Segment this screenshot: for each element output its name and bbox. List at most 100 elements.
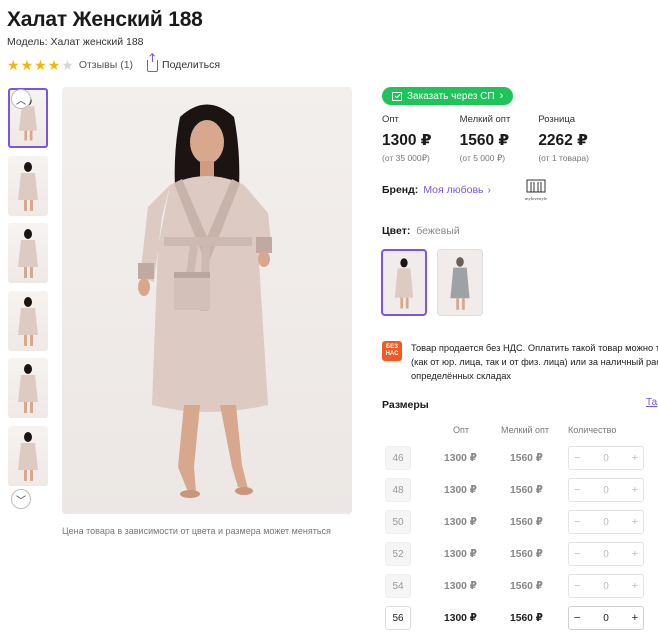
- vat-text-line: Товар продается без НДС. Оплатить такой …: [411, 343, 658, 353]
- price-condition: (от 35 000₽): [382, 153, 430, 163]
- product-model: Модель: Халат женский 188: [7, 36, 144, 48]
- minus-icon[interactable]: −: [574, 516, 580, 528]
- quantity-stepper[interactable]: − 0 +: [568, 478, 644, 502]
- size-chip[interactable]: 54: [385, 574, 411, 598]
- sizes-title: Размеры: [382, 399, 429, 411]
- plus-icon[interactable]: +: [632, 580, 638, 592]
- order-sp-label: Заказать через СП: [407, 90, 495, 102]
- size-price-small-opt: 1560 ₽: [510, 485, 543, 496]
- size-price-opt: 1300 ₽: [444, 613, 477, 624]
- size-row: 54 1300 ₽ 1560 ₽ − 0 +: [382, 574, 658, 600]
- price-small-opt: Мелкий опт 1560 ₽ (от 5 000 ₽): [460, 114, 511, 164]
- color-swatch-beige[interactable]: [381, 249, 427, 316]
- size-row: 52 1300 ₽ 1560 ₽ − 0 +: [382, 542, 658, 568]
- size-row: 50 1300 ₽ 1560 ₽ − 0 +: [382, 510, 658, 536]
- price-value: 1300 ₽: [382, 132, 432, 149]
- quantity-stepper[interactable]: − 0 +: [568, 574, 644, 598]
- main-product-image[interactable]: [62, 87, 352, 514]
- thumbnail-photo: [18, 296, 38, 346]
- size-chip[interactable]: 56: [385, 606, 411, 630]
- size-price-opt: 1300 ₽: [444, 517, 477, 528]
- size-chip[interactable]: 50: [385, 510, 411, 534]
- thumbnail-image[interactable]: [8, 425, 48, 486]
- plus-icon[interactable]: +: [632, 484, 638, 496]
- size-price-small-opt: 1560 ₽: [510, 517, 543, 528]
- badge-line: БЕЗ: [385, 344, 399, 350]
- color-swatch-gray[interactable]: [437, 249, 483, 316]
- brand-logo[interactable]: mylovestyle: [518, 178, 554, 204]
- quantity-value[interactable]: 0: [603, 581, 609, 592]
- price-label: Розница: [538, 114, 576, 125]
- thumbnail-image[interactable]: [8, 290, 48, 351]
- thumbnail-image[interactable]: [8, 223, 48, 283]
- thumbs-up-arrow-icon[interactable]: ︿: [11, 89, 31, 109]
- thumbnail-photo: [18, 364, 38, 413]
- plus-icon[interactable]: +: [632, 548, 638, 560]
- thumbnail-photo: [18, 229, 38, 278]
- price-opt: Опт 1300 ₽ (от 35 000₽): [382, 114, 432, 164]
- size-price-small-opt: 1560 ₽: [510, 581, 543, 592]
- share-label: Поделиться: [162, 58, 221, 71]
- minus-icon[interactable]: −: [574, 548, 580, 560]
- size-chip[interactable]: 46: [385, 446, 411, 470]
- thumbs-down-arrow-icon[interactable]: ﹀: [11, 489, 31, 509]
- brand-row: Бренд: Моя любовь ›: [382, 184, 491, 196]
- model-photo: [138, 104, 272, 498]
- plus-icon[interactable]: +: [632, 516, 638, 528]
- plus-icon[interactable]: +: [632, 452, 638, 464]
- size-chip[interactable]: 48: [385, 478, 411, 502]
- size-price-small-opt: 1560 ₽: [510, 613, 543, 624]
- minus-icon[interactable]: −: [574, 580, 580, 592]
- size-row: 56 1300 ₽ 1560 ₽ − 0 +: [382, 606, 658, 632]
- size-row: 48 1300 ₽ 1560 ₽ − 0 +: [382, 478, 658, 504]
- quantity-value[interactable]: 0: [603, 485, 609, 496]
- size-price-opt: 1300 ₽: [444, 549, 477, 560]
- quantity-stepper[interactable]: − 0 +: [568, 542, 644, 566]
- share-button[interactable]: Поделиться: [147, 54, 221, 72]
- minus-icon[interactable]: −: [574, 612, 580, 624]
- vat-text: Товар продается без НДС. Оплатить такой …: [411, 341, 658, 383]
- thumbnail-photo: [18, 431, 38, 481]
- thumbnail-strip: [8, 88, 51, 493]
- size-price-opt: 1300 ₽: [444, 485, 477, 496]
- minus-icon[interactable]: −: [574, 484, 580, 496]
- vat-text-line: (как от юр. лица, так и от физ. лица) ил…: [411, 357, 658, 367]
- size-chip[interactable]: 52: [385, 542, 411, 566]
- star-icon: ★: [61, 56, 74, 73]
- quantity-stepper[interactable]: − 0 +: [568, 510, 644, 534]
- swatch-photo: [394, 258, 414, 309]
- chevron-right-icon: ›: [499, 90, 504, 102]
- size-row: 46 1300 ₽ 1560 ₽ − 0 +: [382, 446, 658, 472]
- price-label: Опт: [382, 114, 399, 125]
- no-vat-badge-icon: БЕЗ НАС: [382, 341, 402, 361]
- quantity-stepper[interactable]: − 0 +: [568, 446, 644, 470]
- quantity-value[interactable]: 0: [603, 549, 609, 560]
- order-sp-button[interactable]: Заказать через СП ›: [382, 87, 514, 105]
- star-icon: ★: [47, 56, 61, 73]
- brand-logo-text: mylovestyle: [525, 196, 547, 201]
- quantity-value[interactable]: 0: [603, 517, 609, 528]
- quantity-stepper[interactable]: − 0 +: [568, 606, 644, 630]
- size-table-link[interactable]: Та: [646, 397, 657, 408]
- thumbnail-image[interactable]: [8, 155, 48, 216]
- thumbnail-image[interactable]: [8, 358, 48, 418]
- thumbnail-photo: [18, 161, 38, 211]
- minus-icon[interactable]: −: [574, 452, 580, 464]
- badge-line: НАС: [385, 351, 399, 357]
- size-price-opt: 1300 ₽: [444, 581, 477, 592]
- product-title: Халат Женский 188: [7, 8, 203, 31]
- quantity-value[interactable]: 0: [603, 453, 609, 464]
- plus-icon[interactable]: +: [632, 612, 638, 624]
- brand-label: Бренд:: [382, 184, 419, 196]
- brand-link[interactable]: Моя любовь: [423, 184, 483, 196]
- rating-row: ★ ★ ★ ★ ★ Отзывы (1) Поделиться: [7, 54, 221, 73]
- color-row: Цвет: бежевый: [382, 225, 460, 237]
- swatch-photo: [450, 257, 470, 310]
- cart-icon: [392, 91, 402, 101]
- star-icon: ★: [7, 56, 20, 73]
- reviews-link[interactable]: Отзывы (1): [79, 59, 133, 71]
- price-block: Опт 1300 ₽ (от 35 000₽) Мелкий опт 1560 …: [382, 114, 617, 164]
- column-header-qty: Количество: [568, 425, 617, 435]
- column-header-opt: Опт: [453, 425, 469, 435]
- quantity-value[interactable]: 0: [603, 613, 609, 624]
